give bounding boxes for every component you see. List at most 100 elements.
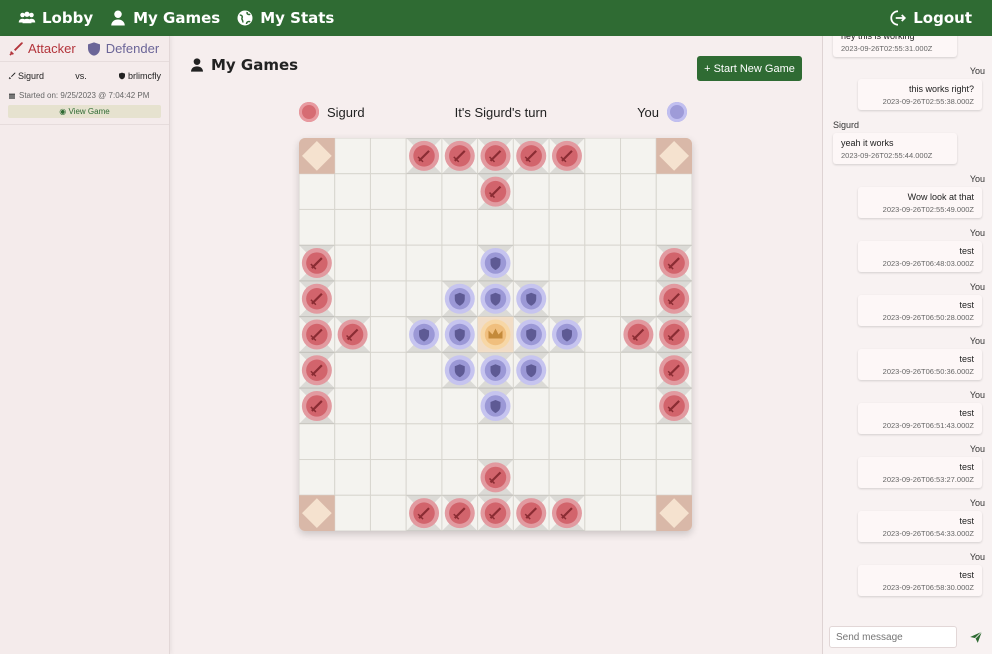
logout-button[interactable]: Logout [889,9,972,27]
board-cell[interactable] [548,459,586,496]
board-cell[interactable] [369,280,407,318]
king-piece[interactable] [477,316,514,353]
board-cell[interactable] [299,173,336,210]
board-cell[interactable] [369,138,407,175]
board-cell[interactable] [512,387,550,425]
attacker-piece[interactable] [334,316,371,353]
nav-my-games[interactable]: My Games [109,9,220,27]
board-cell[interactable] [369,316,407,353]
board-cell[interactable] [369,423,407,461]
board-cell[interactable] [620,173,657,210]
board-cell[interactable] [584,138,622,175]
board-cell[interactable] [405,244,443,282]
board-cell[interactable] [548,387,586,425]
board-cell[interactable] [334,494,371,531]
board-cell[interactable] [369,351,407,389]
board-cell[interactable] [620,387,657,425]
board-cell[interactable] [405,208,443,246]
board-cell[interactable] [584,459,622,496]
board-cell[interactable] [655,459,692,496]
board-cell[interactable] [655,173,692,210]
board-cell[interactable] [620,244,657,282]
board-cell[interactable] [548,244,586,282]
send-icon[interactable] [969,630,983,644]
board-cell[interactable] [441,423,479,461]
board-cell[interactable] [441,173,479,210]
board-cell[interactable] [548,280,586,318]
attacker-piece[interactable] [299,316,335,353]
board-cell[interactable] [548,173,586,210]
board-cell[interactable] [584,351,622,389]
nav-my-stats[interactable]: My Stats [236,9,334,27]
board-cell[interactable] [405,423,443,461]
board-cell[interactable] [620,280,657,318]
board-cell[interactable] [620,494,657,531]
board-cell[interactable] [584,208,622,246]
board-cell[interactable] [584,494,622,531]
board-grid[interactable] [299,138,692,531]
board-cell[interactable] [584,280,622,318]
board-cell[interactable] [334,351,371,389]
board-cell[interactable] [477,423,514,461]
board-cell[interactable] [299,459,336,496]
board-cell[interactable] [405,173,443,210]
game-board[interactable] [299,138,692,531]
chat-messages[interactable]: hey this is working 2023-09-26T02:55:31.0… [823,36,992,618]
board-cell[interactable] [334,280,371,318]
board-cell[interactable] [369,494,407,531]
board-cell[interactable] [584,244,622,282]
board-cell[interactable] [620,423,657,461]
board-cell[interactable] [620,208,657,246]
board-cell[interactable] [584,173,622,210]
board-cell[interactable] [405,280,443,318]
board-cell[interactable] [548,351,586,389]
board-cell[interactable] [405,351,443,389]
board-cell[interactable] [548,208,586,246]
board-cell[interactable] [334,459,371,496]
defender-piece[interactable] [441,316,478,353]
attacker-piece[interactable] [406,138,442,174]
board-cell[interactable] [441,387,479,425]
defender-piece[interactable] [406,316,442,353]
board-cell[interactable] [334,387,371,425]
board-cell[interactable] [369,459,407,496]
board-cell[interactable] [477,208,514,246]
board-cell[interactable] [512,173,550,210]
board-cell[interactable] [512,459,550,496]
board-cell[interactable] [584,387,622,425]
chat-bubble: test 2023-09-26T06:53:27.000Z [858,457,982,488]
board-cell[interactable] [299,208,336,246]
start-new-game-button[interactable]: + Start New Game [697,56,802,81]
board-cell[interactable] [655,208,692,246]
board-cell[interactable] [369,208,407,246]
board-cell[interactable] [441,208,479,246]
board-cell[interactable] [405,459,443,496]
board-cell[interactable] [512,423,550,461]
board-cell[interactable] [441,244,479,282]
board-cell[interactable] [512,244,550,282]
nav-lobby[interactable]: Lobby [18,9,93,27]
board-cell[interactable] [369,244,407,282]
board-cell[interactable] [405,387,443,425]
attacker-piece[interactable] [441,138,478,174]
board-cell[interactable] [334,208,371,246]
board-cell[interactable] [334,138,371,175]
board-cell[interactable] [655,423,692,461]
board-cell[interactable] [620,138,657,175]
board-cell[interactable] [441,459,479,496]
board-cell[interactable] [584,423,622,461]
board-cell[interactable] [512,208,550,246]
board-cell[interactable] [334,423,371,461]
attacker-piece[interactable] [477,173,514,210]
board-cell[interactable] [584,316,622,353]
board-cell[interactable] [299,423,336,461]
board-cell[interactable] [334,173,371,210]
chat-input[interactable] [829,626,957,648]
board-cell[interactable] [548,423,586,461]
board-cell[interactable] [620,351,657,389]
board-cell[interactable] [369,173,407,210]
board-cell[interactable] [334,244,371,282]
board-cell[interactable] [369,387,407,425]
view-game-button[interactable]: ◉ View Game [8,105,161,118]
board-cell[interactable] [620,459,657,496]
